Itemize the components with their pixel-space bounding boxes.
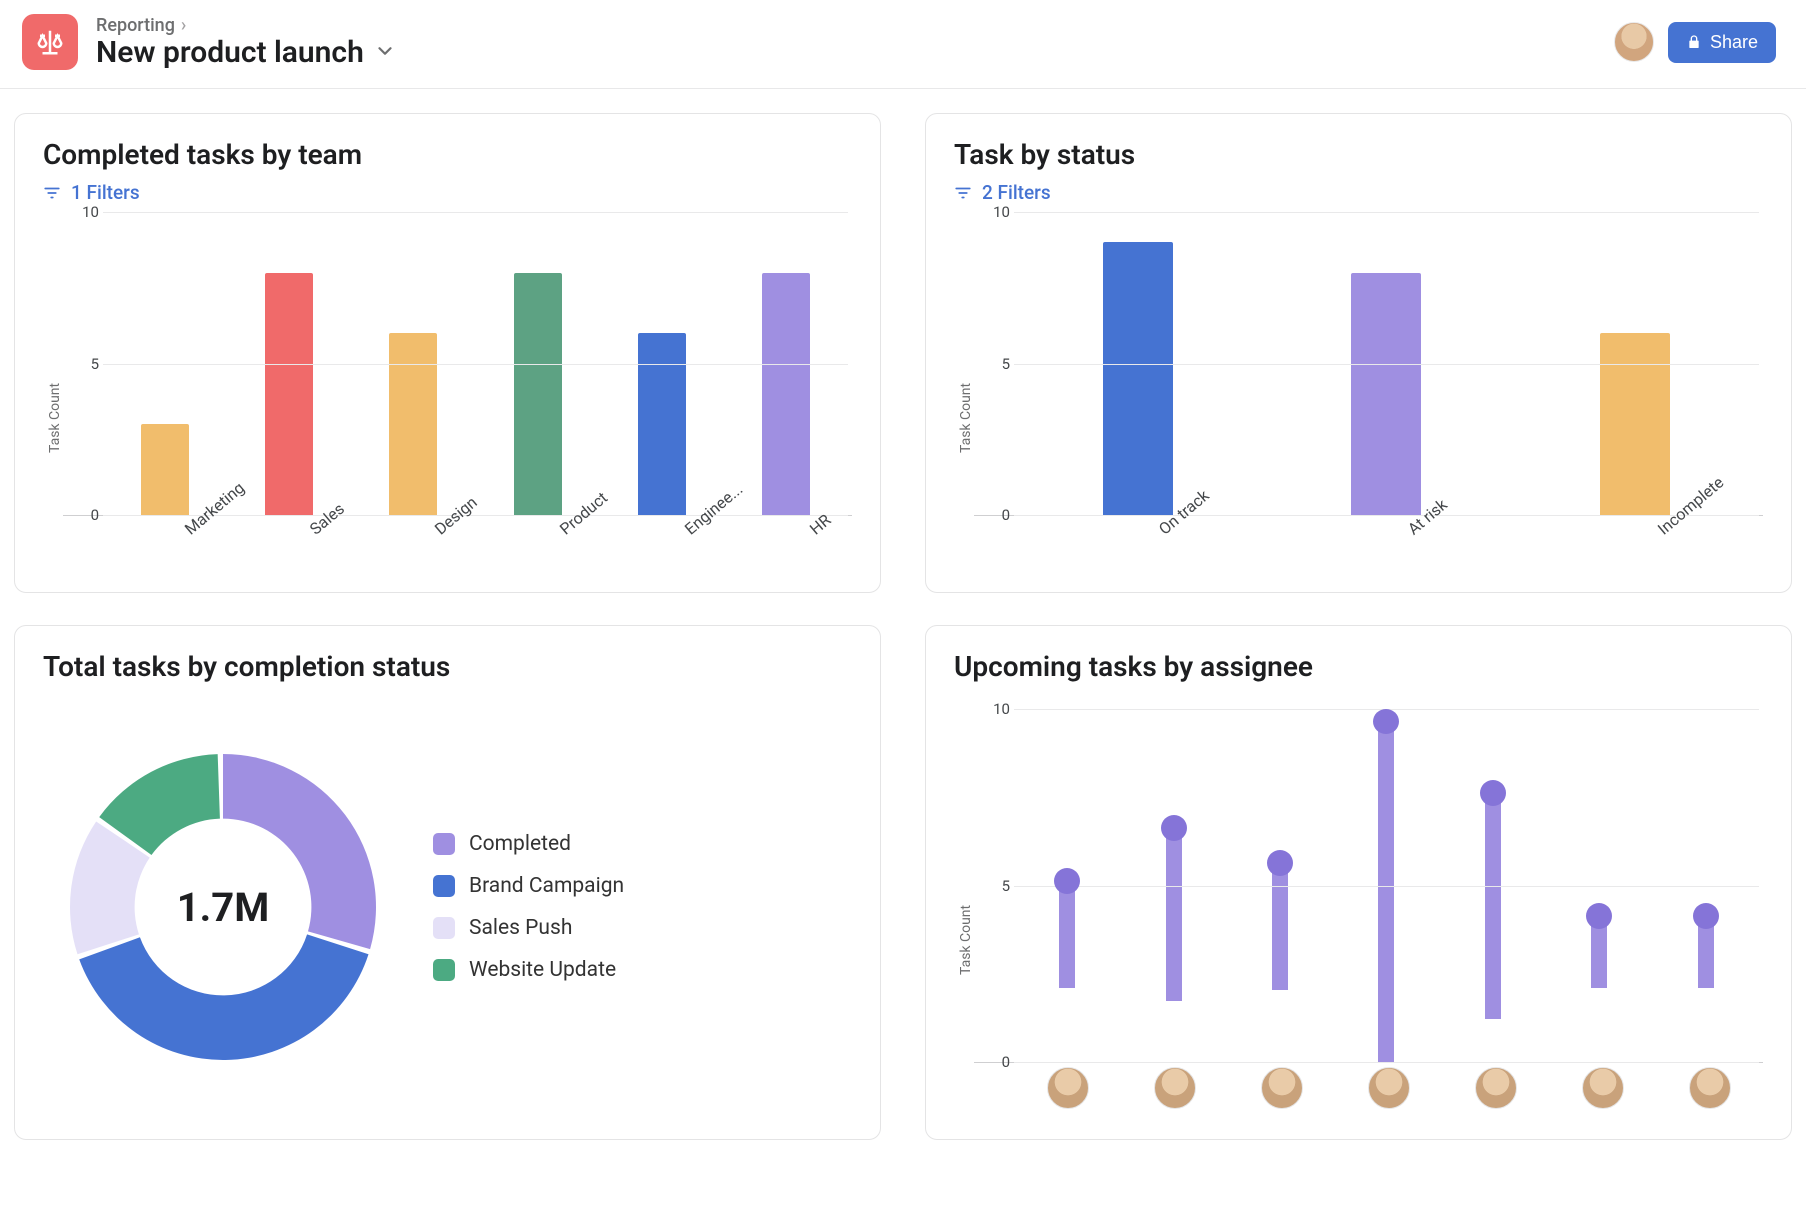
card-completed-by-team: Completed tasks by team 1 Filters Task C… bbox=[14, 113, 881, 593]
chevron-right-icon: › bbox=[181, 15, 186, 36]
x-label: On track bbox=[1155, 524, 1192, 568]
breadcrumb-parent[interactable]: Reporting bbox=[96, 15, 175, 36]
y-tick: 0 bbox=[974, 1053, 1010, 1071]
card-upcoming-by-assignee: Upcoming tasks by assignee Task Count 05… bbox=[925, 625, 1792, 1140]
breadcrumb[interactable]: Reporting › bbox=[96, 15, 396, 36]
lollipop bbox=[1472, 780, 1514, 1062]
lollipop-chart-by-assignee: 0510 bbox=[974, 709, 1763, 1063]
lollipop bbox=[1685, 903, 1727, 1062]
assignee-avatar[interactable] bbox=[1582, 1067, 1624, 1109]
scales-icon bbox=[35, 27, 65, 57]
assignee-avatar[interactable] bbox=[1475, 1067, 1517, 1109]
legend: Completed Brand Campaign Sales Push Website… bbox=[433, 832, 624, 982]
assignee-avatar[interactable] bbox=[1261, 1067, 1303, 1109]
card-title: Task by status bbox=[954, 138, 1763, 171]
filter-icon bbox=[954, 184, 972, 202]
bar bbox=[514, 273, 562, 515]
header-text-block: Reporting › New product launch bbox=[96, 15, 396, 69]
share-button-label: Share bbox=[1710, 32, 1758, 53]
x-label: Incomplete bbox=[1654, 524, 1691, 568]
filter-label: 1 Filters bbox=[71, 181, 140, 204]
donut-chart: 1.7M bbox=[53, 737, 393, 1077]
y-tick: 10 bbox=[974, 203, 1010, 221]
donut-slice bbox=[79, 934, 368, 1060]
filter-button[interactable]: 2 Filters bbox=[954, 181, 1763, 204]
card-task-by-status: Task by status 2 Filters Task Count 0510… bbox=[925, 113, 1792, 593]
legend-swatch bbox=[433, 833, 455, 855]
project-icon bbox=[22, 14, 78, 70]
lollipop bbox=[1259, 850, 1301, 1062]
assignee-avatar[interactable] bbox=[1368, 1067, 1410, 1109]
y-axis-label: Task Count bbox=[954, 212, 974, 574]
x-label: Design bbox=[431, 524, 468, 568]
assignee-avatar[interactable] bbox=[1154, 1067, 1196, 1109]
y-tick: 10 bbox=[63, 203, 99, 221]
x-label: Product bbox=[556, 524, 593, 568]
legend-swatch bbox=[433, 959, 455, 981]
card-title: Total tasks by completion status bbox=[43, 650, 852, 683]
bar bbox=[141, 424, 189, 515]
legend-label: Brand Campaign bbox=[469, 874, 624, 898]
page-header: Reporting › New product launch Share bbox=[0, 0, 1806, 89]
lollipop bbox=[1578, 903, 1620, 1062]
legend-item: Completed bbox=[433, 832, 624, 856]
legend-item: Sales Push bbox=[433, 916, 624, 940]
bar bbox=[265, 273, 313, 515]
user-avatar[interactable] bbox=[1614, 22, 1654, 62]
x-label: Sales bbox=[306, 524, 343, 568]
assignee-avatar[interactable] bbox=[1689, 1067, 1731, 1109]
legend-label: Completed bbox=[469, 832, 571, 856]
filter-label: 2 Filters bbox=[982, 181, 1051, 204]
card-title: Upcoming tasks by assignee bbox=[954, 650, 1763, 683]
lollipop bbox=[1046, 868, 1088, 1062]
x-label: Marketing bbox=[181, 524, 218, 568]
lock-icon bbox=[1686, 34, 1702, 50]
share-button[interactable]: Share bbox=[1668, 22, 1776, 63]
bar-chart-task-by-status: 0510 bbox=[974, 212, 1763, 516]
lollipop bbox=[1153, 815, 1195, 1062]
y-tick: 10 bbox=[974, 700, 1010, 718]
dashboard-grid: Completed tasks by team 1 Filters Task C… bbox=[0, 89, 1806, 1164]
y-tick: 5 bbox=[974, 355, 1010, 373]
card-completion-status: Total tasks by completion status 1.7M Co… bbox=[14, 625, 881, 1140]
bar bbox=[1103, 242, 1173, 515]
x-label: At risk bbox=[1404, 524, 1441, 568]
legend-item: Website Update bbox=[433, 958, 624, 982]
y-tick: 5 bbox=[63, 355, 99, 373]
bar bbox=[389, 333, 437, 515]
card-title: Completed tasks by team bbox=[43, 138, 852, 171]
legend-swatch bbox=[433, 875, 455, 897]
assignee-avatar[interactable] bbox=[1047, 1067, 1089, 1109]
filter-button[interactable]: 1 Filters bbox=[43, 181, 852, 204]
legend-swatch bbox=[433, 917, 455, 939]
filter-icon bbox=[43, 184, 61, 202]
y-tick: 5 bbox=[974, 877, 1010, 895]
legend-label: Website Update bbox=[469, 958, 616, 982]
bar bbox=[638, 333, 686, 515]
bar bbox=[762, 273, 810, 515]
bar-chart-completed-by-team: 0510 bbox=[63, 212, 852, 516]
y-axis-label: Task Count bbox=[43, 212, 63, 574]
legend-item: Brand Campaign bbox=[433, 874, 624, 898]
legend-label: Sales Push bbox=[469, 916, 572, 940]
donut-center-value: 1.7M bbox=[177, 884, 270, 931]
x-label: Enginee... bbox=[681, 524, 718, 568]
bar bbox=[1600, 333, 1670, 515]
y-tick: 0 bbox=[63, 506, 99, 524]
chevron-down-icon[interactable] bbox=[374, 40, 396, 66]
y-tick: 0 bbox=[974, 506, 1010, 524]
page-title: New product launch bbox=[96, 36, 364, 69]
y-axis-label: Task Count bbox=[954, 709, 974, 1121]
x-label: HR bbox=[806, 524, 843, 568]
bar bbox=[1351, 273, 1421, 515]
